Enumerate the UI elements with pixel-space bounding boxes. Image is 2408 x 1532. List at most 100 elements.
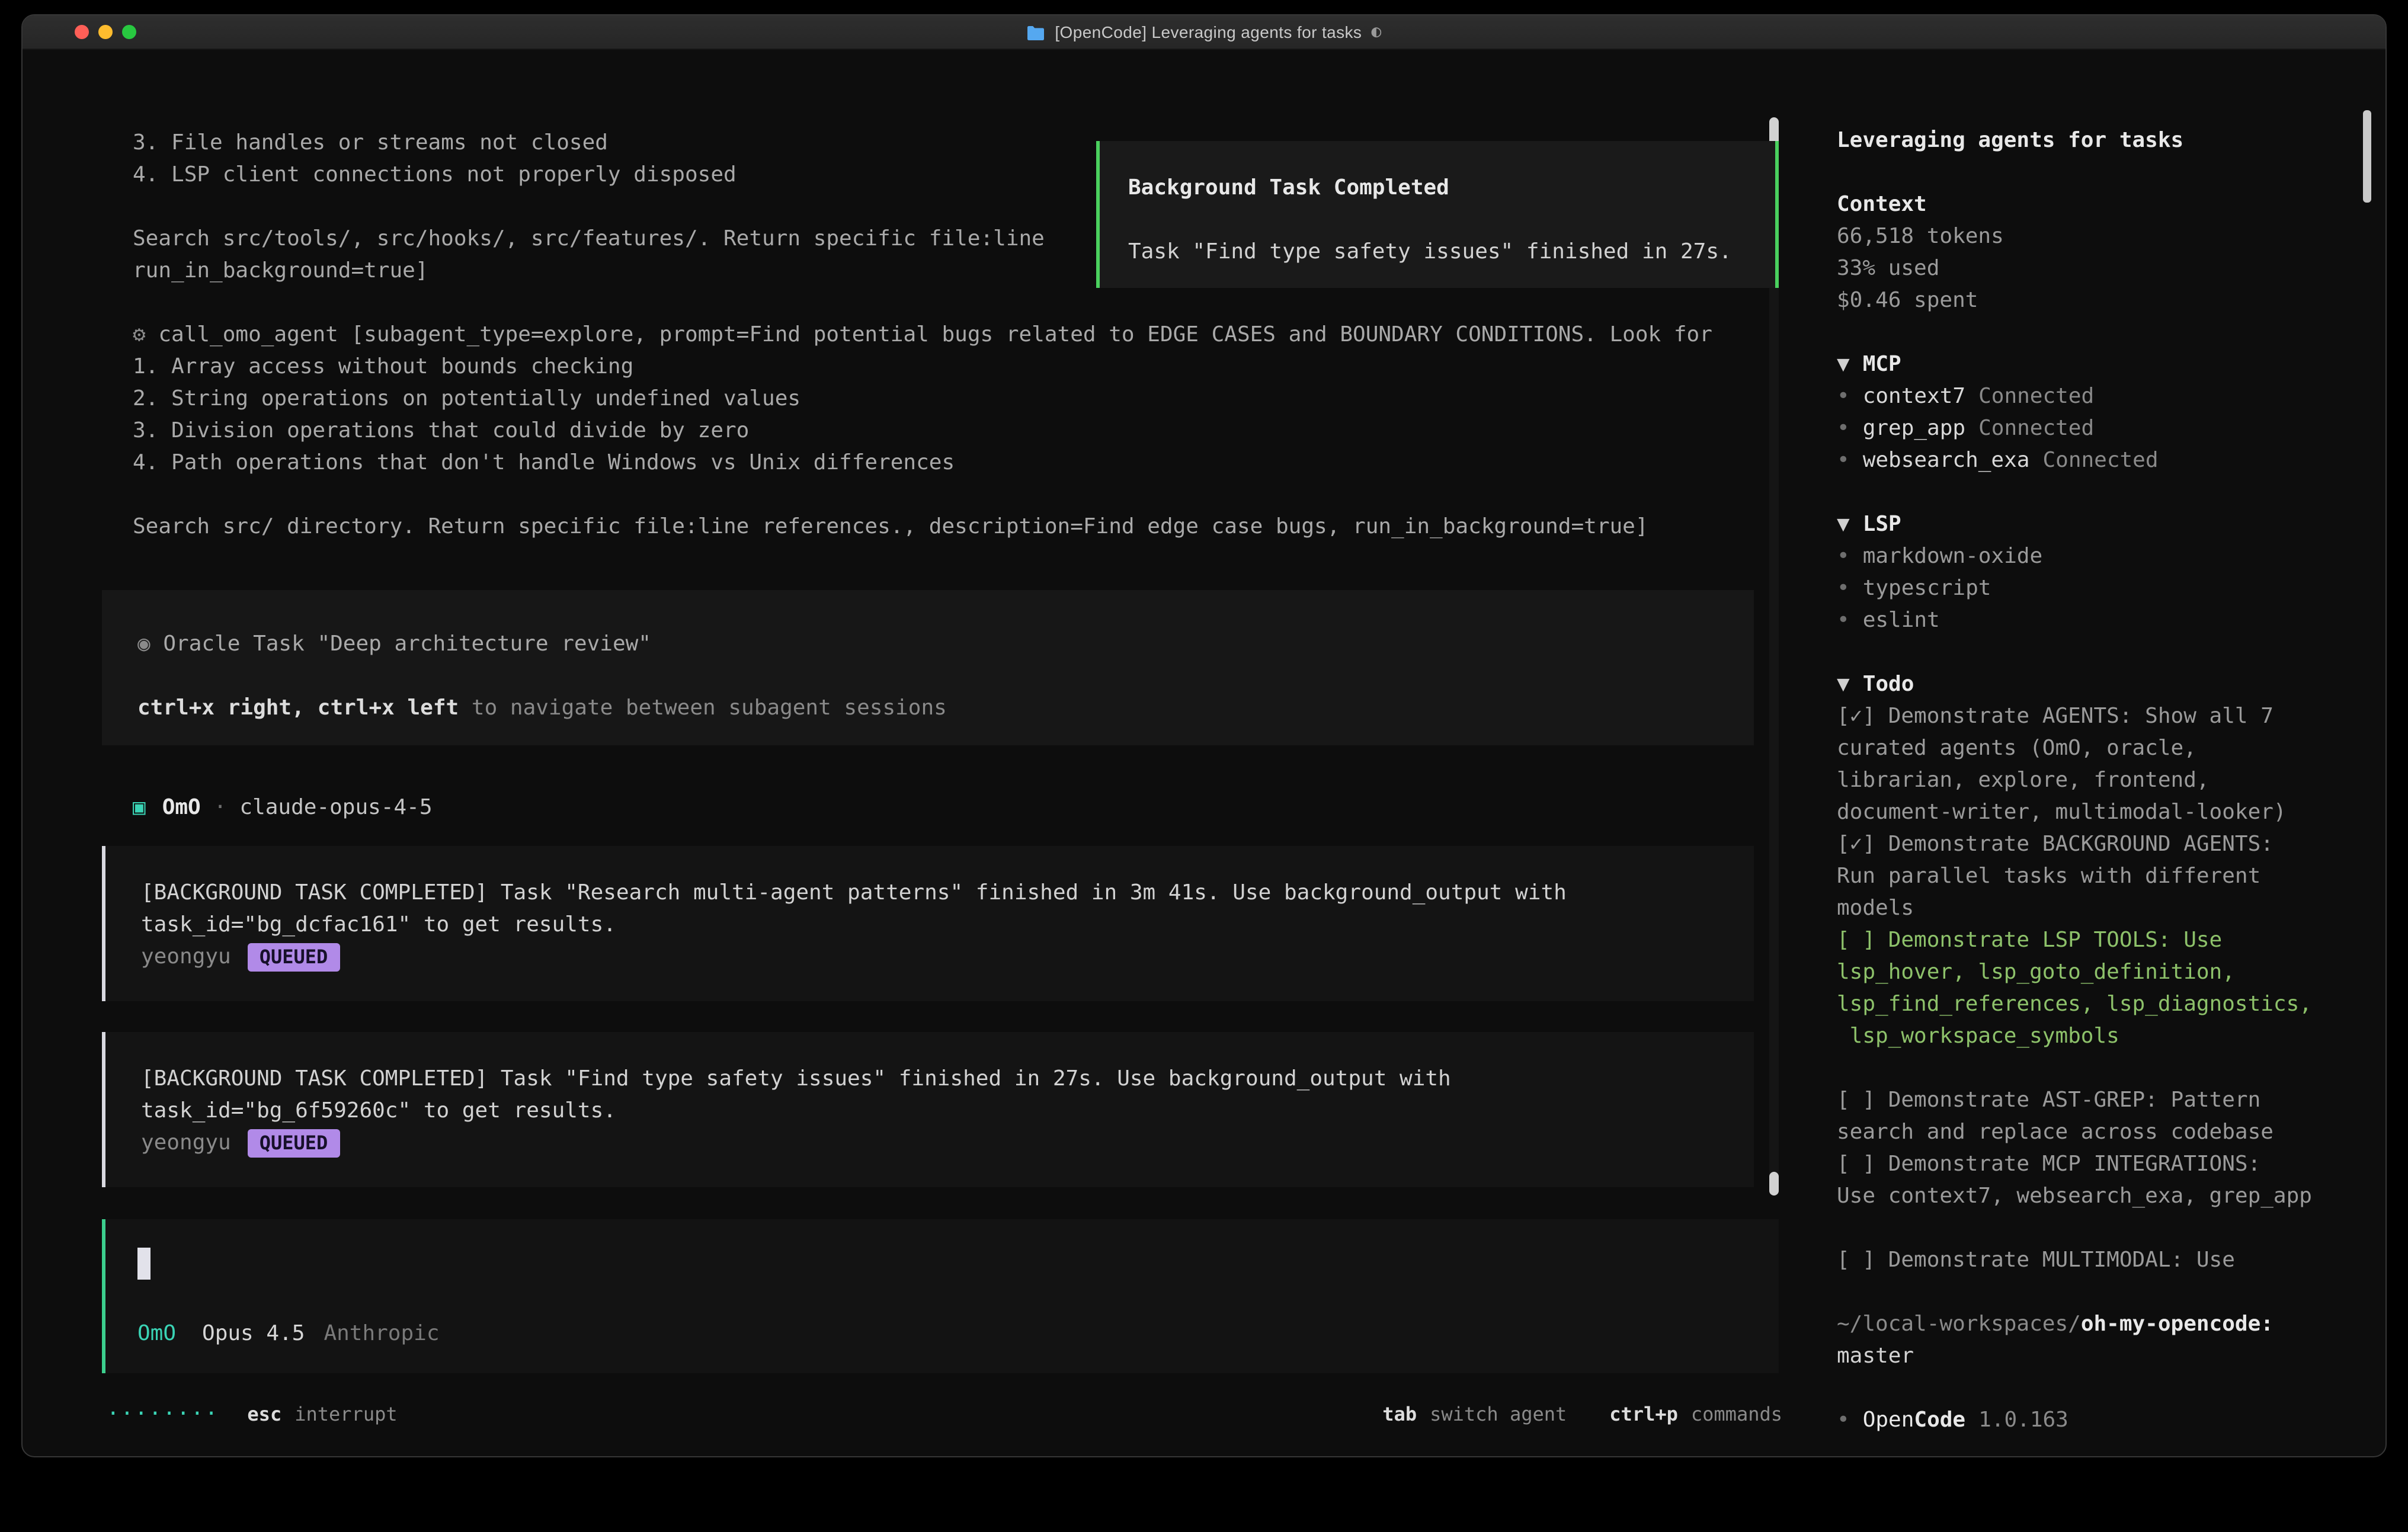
message-author: yeongyu [141, 1127, 231, 1159]
agent-icon: ▣ [133, 791, 146, 823]
bullet-icon: • [1837, 1408, 1850, 1432]
minimize-window-button[interactable] [98, 25, 113, 39]
bullet-icon: • [1837, 416, 1850, 441]
log-line: Search src/ directory. Return specific f… [133, 511, 1769, 543]
agent-header: ▣ OmO · claude-opus-4-5 [133, 791, 433, 823]
toast-title: Background Task Completed [1128, 172, 1747, 204]
todo-line: search and replace across codebase [1837, 1116, 2370, 1148]
input-provider-name: Anthropic [324, 1318, 439, 1350]
opencode-terminal-window: [OpenCode] Leveraging agents for tasks ◐… [21, 14, 2387, 1457]
background-task-message: [BACKGROUND TASK COMPLETED] Task "Find t… [102, 1032, 1754, 1187]
traffic-lights [75, 25, 136, 39]
prompt-input[interactable]: OmO Opus 4.5 Anthropic [102, 1219, 1779, 1373]
log-line: 2. String operations on potentially unde… [133, 383, 1769, 415]
status-badge: QUEUED [248, 943, 340, 971]
notification-toast: Background Task Completed Task "Find typ… [1096, 141, 1779, 288]
log-line: 3. Division operations that could divide… [133, 415, 1769, 447]
folder-icon [1026, 24, 1045, 40]
mcp-item: •grep_appConnected [1837, 412, 2370, 444]
todo-line-active: lsp_hover, lsp_goto_definition, [1837, 956, 2370, 988]
todo-line: Run parallel tasks with different [1837, 860, 2370, 892]
todo-line: document-writer, multimodal-looker) [1837, 796, 2370, 828]
esc-key-hint: esc [247, 1403, 281, 1425]
bullet-icon: • [1837, 576, 1850, 601]
context-used: 33% used [1837, 252, 2370, 284]
window-title-text: [OpenCode] Leveraging agents for tasks [1055, 23, 1362, 41]
gear-icon: ⚙ [133, 322, 146, 347]
tab-key-label: switch agent [1430, 1403, 1567, 1425]
todo-line-active: lsp_find_references, lsp_diagnostics, [1837, 988, 2370, 1020]
status-right: tab switch agent ctrl+p commands [1382, 1398, 1782, 1430]
message-line: [BACKGROUND TASK COMPLETED] Task "Find t… [141, 1063, 1754, 1095]
status-bar: ········ esc interrupt tab switch agent … [107, 1398, 1782, 1430]
toast-body: Task "Find type safety issues" finished … [1128, 236, 1747, 268]
zoom-window-button[interactable] [122, 25, 136, 39]
workspace-branch: master [1837, 1340, 2370, 1372]
record-icon: ◉ [137, 632, 150, 656]
titlebar[interactable]: [OpenCode] Leveraging agents for tasks ◐ [23, 15, 2385, 50]
input-meta: OmO Opus 4.5 Anthropic [137, 1318, 440, 1350]
agent-name: OmO [162, 791, 201, 823]
todo-line: [ ] Demonstrate AST-GREP: Pattern [1837, 1084, 2370, 1116]
mcp-section-header[interactable]: ▼MCP [1837, 348, 2370, 380]
collapse-triangle-icon: ▼ [1837, 672, 1850, 697]
input-model-name: Opus 4.5 [202, 1318, 305, 1350]
workspace-path: ~/local-workspaces/oh-my-opencode: [1837, 1308, 2370, 1340]
lsp-item: •eslint [1837, 604, 2370, 636]
ctrlp-key-label: commands [1691, 1403, 1782, 1425]
context-spent: $0.46 spent [1837, 284, 2370, 316]
busy-indicator-icon: ◐ [1371, 23, 1381, 41]
agent-model: claude-opus-4-5 [239, 791, 432, 823]
background-task-message: [BACKGROUND TASK COMPLETED] Task "Resear… [102, 846, 1754, 1001]
message-line: task_id="bg_6f59260c" to get results. [141, 1095, 1754, 1127]
todo-line: librarian, explore, frontend, [1837, 764, 2370, 796]
todo-line-active: [ ] Demonstrate LSP TOOLS: Use [1837, 924, 2370, 956]
context-tokens: 66,518 tokens [1837, 220, 2370, 252]
text-cursor [137, 1248, 150, 1280]
oracle-task-panel: ◉ Oracle Task "Deep architecture review"… [102, 590, 1754, 745]
main-scrollbar-thumb[interactable] [1769, 1172, 1779, 1196]
todo-line: [ ] Demonstrate MULTIMODAL: Use [1837, 1244, 2370, 1276]
app-version: •OpenCode1.0.163 [1837, 1404, 2370, 1436]
lsp-section-header[interactable]: ▼LSP [1837, 508, 2370, 540]
status-left: ········ esc interrupt [107, 1398, 398, 1430]
todo-line: curated agents (OmO, oracle, [1837, 732, 2370, 764]
sidebar: Leveraging agents for tasks Context 66,5… [1837, 124, 2370, 1436]
separator-dot: · [214, 791, 227, 823]
message-line: task_id="bg_dcfac161" to get results. [141, 909, 1754, 941]
message-line: [BACKGROUND TASK COMPLETED] Task "Resear… [141, 877, 1754, 909]
bullet-icon: • [1837, 608, 1850, 633]
bullet-icon: • [1837, 448, 1850, 473]
todo-line-active: lsp_workspace_symbols [1837, 1020, 2370, 1052]
esc-key-label: interrupt [294, 1403, 397, 1425]
log-line: 1. Array access without bounds checking [133, 351, 1769, 383]
desktop: [OpenCode] Leveraging agents for tasks ◐… [0, 0, 2408, 1532]
tab-key-hint: tab [1382, 1403, 1417, 1425]
close-window-button[interactable] [75, 25, 89, 39]
message-author: yeongyu [141, 941, 231, 973]
input-agent-name: OmO [137, 1318, 176, 1350]
todo-section-header[interactable]: ▼Todo [1837, 668, 2370, 700]
bullet-icon: • [1837, 544, 1850, 569]
todo-line: [✓] Demonstrate BACKGROUND AGENTS: [1837, 828, 2370, 860]
ctrlp-key-hint: ctrl+p [1609, 1403, 1678, 1425]
collapse-triangle-icon: ▼ [1837, 512, 1850, 537]
todo-line: models [1837, 892, 2370, 924]
message-meta: yeongyu QUEUED [141, 1127, 1754, 1159]
status-badge: QUEUED [248, 1129, 340, 1157]
oracle-task-title: ◉ Oracle Task "Deep architecture review" [137, 628, 1718, 660]
log-line: 4. Path operations that don't handle Win… [133, 447, 1769, 479]
spinner-dots-icon: ········ [107, 1398, 219, 1430]
tool-call-line: ⚙ call_omo_agent [subagent_type=explore,… [133, 319, 1769, 351]
oracle-navigation-hint: ctrl+x right,ctrl+x left to navigate bet… [137, 692, 1718, 724]
window-title: [OpenCode] Leveraging agents for tasks ◐ [1026, 23, 1381, 41]
mcp-item: •websearch_exaConnected [1837, 444, 2370, 476]
message-meta: yeongyu QUEUED [141, 941, 1754, 973]
mcp-item: •context7Connected [1837, 380, 2370, 412]
bullet-icon: • [1837, 384, 1850, 409]
collapse-triangle-icon: ▼ [1837, 352, 1850, 377]
lsp-item: •typescript [1837, 572, 2370, 604]
context-heading: Context [1837, 188, 2370, 220]
lsp-item: •markdown-oxide [1837, 540, 2370, 572]
todo-line: [✓] Demonstrate AGENTS: Show all 7 [1837, 700, 2370, 732]
